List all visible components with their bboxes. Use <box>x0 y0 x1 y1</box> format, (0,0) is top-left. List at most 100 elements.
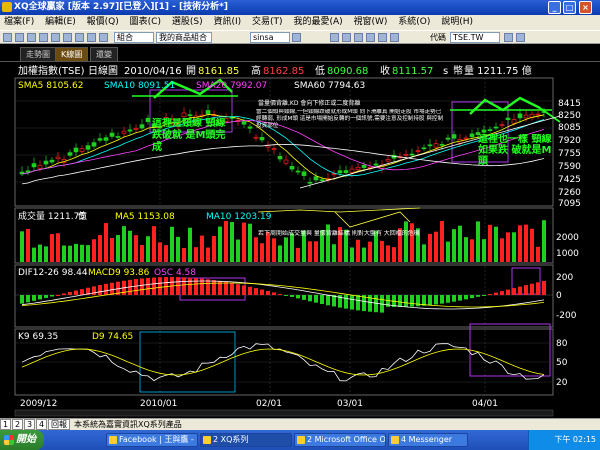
macd-tick: 200 <box>556 273 573 283</box>
search-input[interactable]: sinsa <box>250 32 290 43</box>
open-icon[interactable] <box>15 33 24 42</box>
chart-canvas[interactable]: 加權指數(TSE) 日線圖 2010/04/16 開 8161.85 高 816… <box>0 62 600 418</box>
symbol-input[interactable]: TSE.TW <box>450 32 500 43</box>
report-tab[interactable]: 回報 <box>48 419 70 430</box>
close-value: 8111.57 <box>392 66 433 77</box>
tool-icon-6[interactable] <box>390 33 399 42</box>
candle-body <box>139 124 145 129</box>
favorites-select[interactable]: 我的商品組合 <box>156 32 212 43</box>
tab-kline[interactable]: K線圖 <box>55 47 89 61</box>
price-tick: 7260 <box>558 188 581 198</box>
close-button[interactable]: × <box>579 1 592 14</box>
minimize-button[interactable]: _ <box>548 1 561 14</box>
volume-ma5-legend: MA5 1153.08 <box>115 212 175 222</box>
menu-trade[interactable]: 交易(T) <box>248 15 287 30</box>
macd-bar <box>290 295 294 297</box>
clock: 下午 02:15 <box>554 435 596 444</box>
candle-body <box>301 171 307 176</box>
menu-edit[interactable]: 編輯(E) <box>41 15 80 30</box>
quote-icon[interactable] <box>63 33 72 42</box>
page-tab-4[interactable]: 4 <box>36 419 47 430</box>
tab-restore[interactable]: 還變 <box>90 47 118 61</box>
volume-bar <box>26 228 30 262</box>
volume-bar <box>518 225 522 262</box>
print-icon[interactable] <box>39 33 48 42</box>
candle-body <box>85 145 91 150</box>
d-legend: D9 74.65 <box>92 332 133 342</box>
menu-system[interactable]: 系統(O) <box>394 15 434 30</box>
tool-icon-4[interactable] <box>366 33 375 42</box>
tool-icon-3[interactable] <box>354 33 363 42</box>
tab-intraday[interactable]: 走勢圖 <box>20 47 56 61</box>
menu-window[interactable]: 視窗(W) <box>350 15 392 30</box>
menu-favorites[interactable]: 我的最愛(A) <box>289 15 346 30</box>
tool-icon-5[interactable] <box>378 33 387 42</box>
candle-body <box>343 170 349 174</box>
candle-body <box>205 110 211 115</box>
price-tick: 7755 <box>558 149 581 159</box>
candle-body <box>373 163 379 166</box>
macd-bar <box>92 286 96 295</box>
price-tick: 8085 <box>558 123 581 133</box>
group-select[interactable]: 組合 <box>114 32 154 43</box>
task-facebook[interactable]: Facebook | 王與鷹 - <box>106 433 198 447</box>
sma5-legend: SMA5 8105.62 <box>18 81 83 91</box>
tool-icon-1[interactable] <box>330 33 339 42</box>
menu-file[interactable]: 檔案(F) <box>0 15 38 30</box>
candle-body <box>439 144 445 146</box>
menu-screener[interactable]: 選股(S) <box>168 15 207 30</box>
macd-bar <box>350 295 354 310</box>
mode-label: 代碼 <box>430 33 446 42</box>
maximize-button[interactable]: □ <box>563 1 576 14</box>
volume-ma10-legend: MA10 1203.19 <box>206 212 272 222</box>
save-icon[interactable] <box>27 33 36 42</box>
chart-icon[interactable] <box>75 33 84 42</box>
macd-bar <box>32 295 36 301</box>
volume-bar <box>140 245 144 262</box>
tool-icon-2[interactable] <box>342 33 351 42</box>
menu-quote[interactable]: 報價(Q) <box>83 15 123 30</box>
annotation-left-note: 這裡是頸線 頸線跌破就 是M頭完成 <box>152 118 225 153</box>
copy-icon[interactable] <box>51 33 60 42</box>
low-value: 8090.68 <box>327 66 368 77</box>
price-panel[interactable] <box>14 77 554 207</box>
price-tick: 7095 <box>558 199 581 209</box>
task-messenger[interactable]: 4 Messenger <box>388 433 468 447</box>
page-tab-3[interactable]: 3 <box>24 419 35 430</box>
search-icon[interactable] <box>292 33 301 42</box>
task-xq[interactable]: 2 XQ系列 <box>200 433 292 447</box>
volume-trend-line-2 <box>334 211 411 228</box>
volume-bar <box>242 222 246 262</box>
macd-bar <box>194 278 198 295</box>
candle-body <box>91 142 97 147</box>
volume-bar <box>122 226 126 262</box>
news-icon[interactable] <box>87 33 96 42</box>
volume-bar <box>470 239 474 262</box>
technical-chart[interactable]: 加權指數(TSE) 日線圖 2010/04/16 開 8161.85 高 816… <box>0 62 600 418</box>
volume-bar <box>536 246 540 262</box>
page-tab-1[interactable]: 1 <box>0 419 11 430</box>
alert-icon[interactable] <box>99 33 108 42</box>
candle-body <box>481 129 487 133</box>
task-office[interactable]: 2 Microsoft Office O... <box>294 433 386 447</box>
candle-body <box>271 148 277 151</box>
candle-body <box>535 113 541 116</box>
candle-body <box>133 127 139 130</box>
volume-bar <box>134 235 138 262</box>
candle-body <box>31 163 37 168</box>
kd-box-right <box>469 323 551 377</box>
start-button[interactable]: 開始 <box>0 430 44 450</box>
macd-bar <box>500 291 504 295</box>
settings-icon[interactable] <box>516 33 525 42</box>
app-icon <box>2 2 12 12</box>
page-tab-2[interactable]: 2 <box>12 419 23 430</box>
menu-chart[interactable]: 圖表(C) <box>126 15 165 30</box>
macd-bar <box>164 277 168 295</box>
s-label: s <box>443 66 448 77</box>
chart-scrollbar[interactable] <box>14 409 554 417</box>
menu-info[interactable]: 資訊(I) <box>209 15 245 30</box>
new-icon[interactable] <box>3 33 12 42</box>
menu-help[interactable]: 說明(H) <box>437 15 477 30</box>
macd-bar <box>224 281 228 295</box>
go-icon[interactable] <box>504 33 513 42</box>
